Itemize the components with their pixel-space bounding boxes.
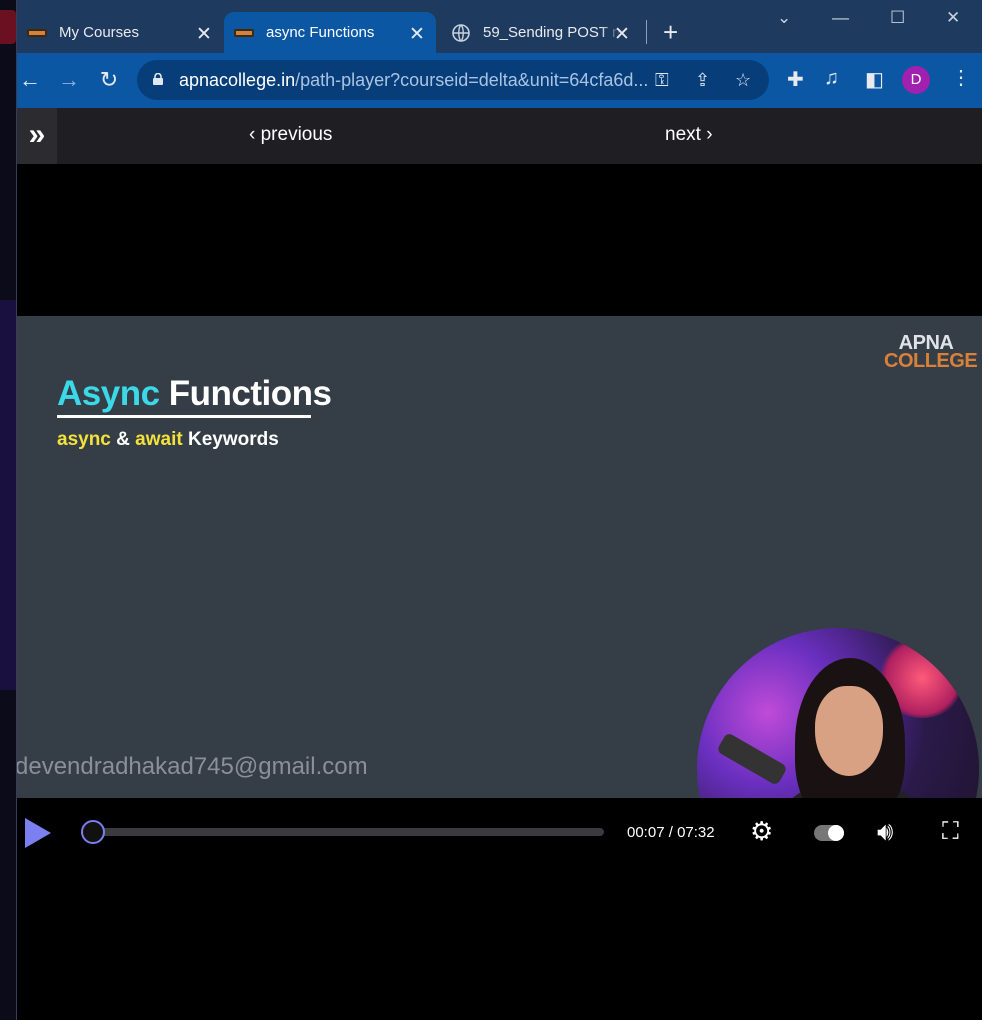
slide-subtitle: async & await Keywords — [57, 429, 279, 450]
lesson-nav-bar: » ‹ previous next › — [17, 108, 982, 164]
tab-sending-post[interactable]: 59_Sending POST re ✕ — [441, 12, 641, 53]
address-bar[interactable]: apnacollege.in/path-player?courseid=delt… — [137, 60, 769, 100]
title-underline — [57, 415, 311, 418]
back-arrow-icon[interactable]: ← — [17, 67, 43, 93]
globe-icon — [451, 23, 471, 42]
volume-icon[interactable]: 🔊︎ — [877, 816, 893, 848]
url-text: apnacollege.in/path-player?courseid=delt… — [179, 70, 649, 90]
expand-sidebar-icon[interactable]: » — [17, 108, 57, 164]
minimize-icon[interactable]: — — [832, 8, 849, 28]
tab-title: async Functions — [266, 24, 375, 41]
chevron-left-icon: ‹ — [249, 124, 261, 145]
maximize-icon[interactable]: ☐ — [890, 8, 905, 28]
bookmark-star-icon[interactable]: ☆ — [735, 70, 751, 91]
tab-title: My Courses — [59, 24, 140, 41]
close-tab-icon[interactable]: ✕ — [195, 23, 213, 46]
tab-my-courses[interactable]: My Courses ✕ — [17, 12, 223, 53]
forward-arrow-icon[interactable]: → — [56, 67, 82, 93]
new-tab-icon[interactable]: + — [663, 18, 678, 46]
background-window-edge — [0, 300, 16, 690]
next-lesson-link[interactable]: next › — [665, 124, 713, 146]
reload-icon[interactable]: ↻ — [96, 67, 122, 93]
player-controls: 00:07 / 07:32 ⚙ 🔊︎ ⛶ — [17, 798, 982, 868]
lock-icon — [153, 72, 163, 85]
time-display: 00:07 / 07:32 — [627, 824, 715, 841]
settings-gear-icon[interactable]: ⚙ — [750, 816, 773, 847]
share-icon[interactable]: ⇪ — [695, 70, 710, 91]
play-icon[interactable] — [25, 818, 51, 848]
left-window-edge — [0, 0, 17, 1020]
college-logo-icon — [234, 26, 254, 40]
video-letterbox-bottom — [17, 868, 982, 1020]
profile-avatar[interactable]: D — [902, 66, 930, 94]
media-control-icon[interactable]: ♫ — [824, 67, 839, 90]
tab-async-functions[interactable]: async Functions ✕ — [224, 12, 436, 53]
autoplay-toggle[interactable] — [814, 825, 844, 841]
tab-separator — [646, 20, 647, 44]
seek-bar[interactable] — [85, 828, 604, 836]
apna-college-logo: APNA COLLEGE — [884, 332, 978, 372]
tab-title: 59_Sending POST re — [483, 24, 621, 41]
close-tab-icon[interactable]: ✕ — [408, 23, 426, 46]
extensions-puzzle-icon[interactable]: ✚ — [787, 67, 804, 92]
kebab-menu-icon[interactable]: ⋮ — [951, 65, 971, 90]
browser-toolbar: ← → ↻ apnacollege.in/path-player?coursei… — [17, 53, 982, 108]
tab-strip: My Courses ✕ async Functions ✕ 59_Sendin… — [17, 0, 982, 53]
slide-title: Async Functions — [57, 374, 332, 413]
video-frame[interactable]: APNA COLLEGE Async Functions async & awa… — [17, 316, 982, 798]
tab-search-chevron-icon[interactable]: ⌄ — [777, 8, 791, 28]
side-panel-icon[interactable]: ◧ — [865, 67, 884, 92]
presenter-video-bubble — [697, 628, 979, 798]
fullscreen-icon[interactable]: ⛶ — [942, 818, 959, 846]
chevron-right-icon: › — [700, 124, 713, 145]
window-close-icon[interactable]: ✕ — [946, 8, 960, 28]
previous-lesson-link[interactable]: ‹ previous — [249, 124, 332, 146]
college-logo-icon — [27, 26, 47, 40]
video-letterbox-top — [17, 164, 982, 316]
seek-thumb[interactable] — [81, 820, 106, 844]
key-icon[interactable]: ⚿ — [655, 70, 669, 91]
email-watermark: devendradhakad745@gmail.com — [17, 753, 368, 780]
close-tab-icon[interactable]: ✕ — [613, 23, 631, 46]
background-window-tab — [0, 10, 16, 44]
